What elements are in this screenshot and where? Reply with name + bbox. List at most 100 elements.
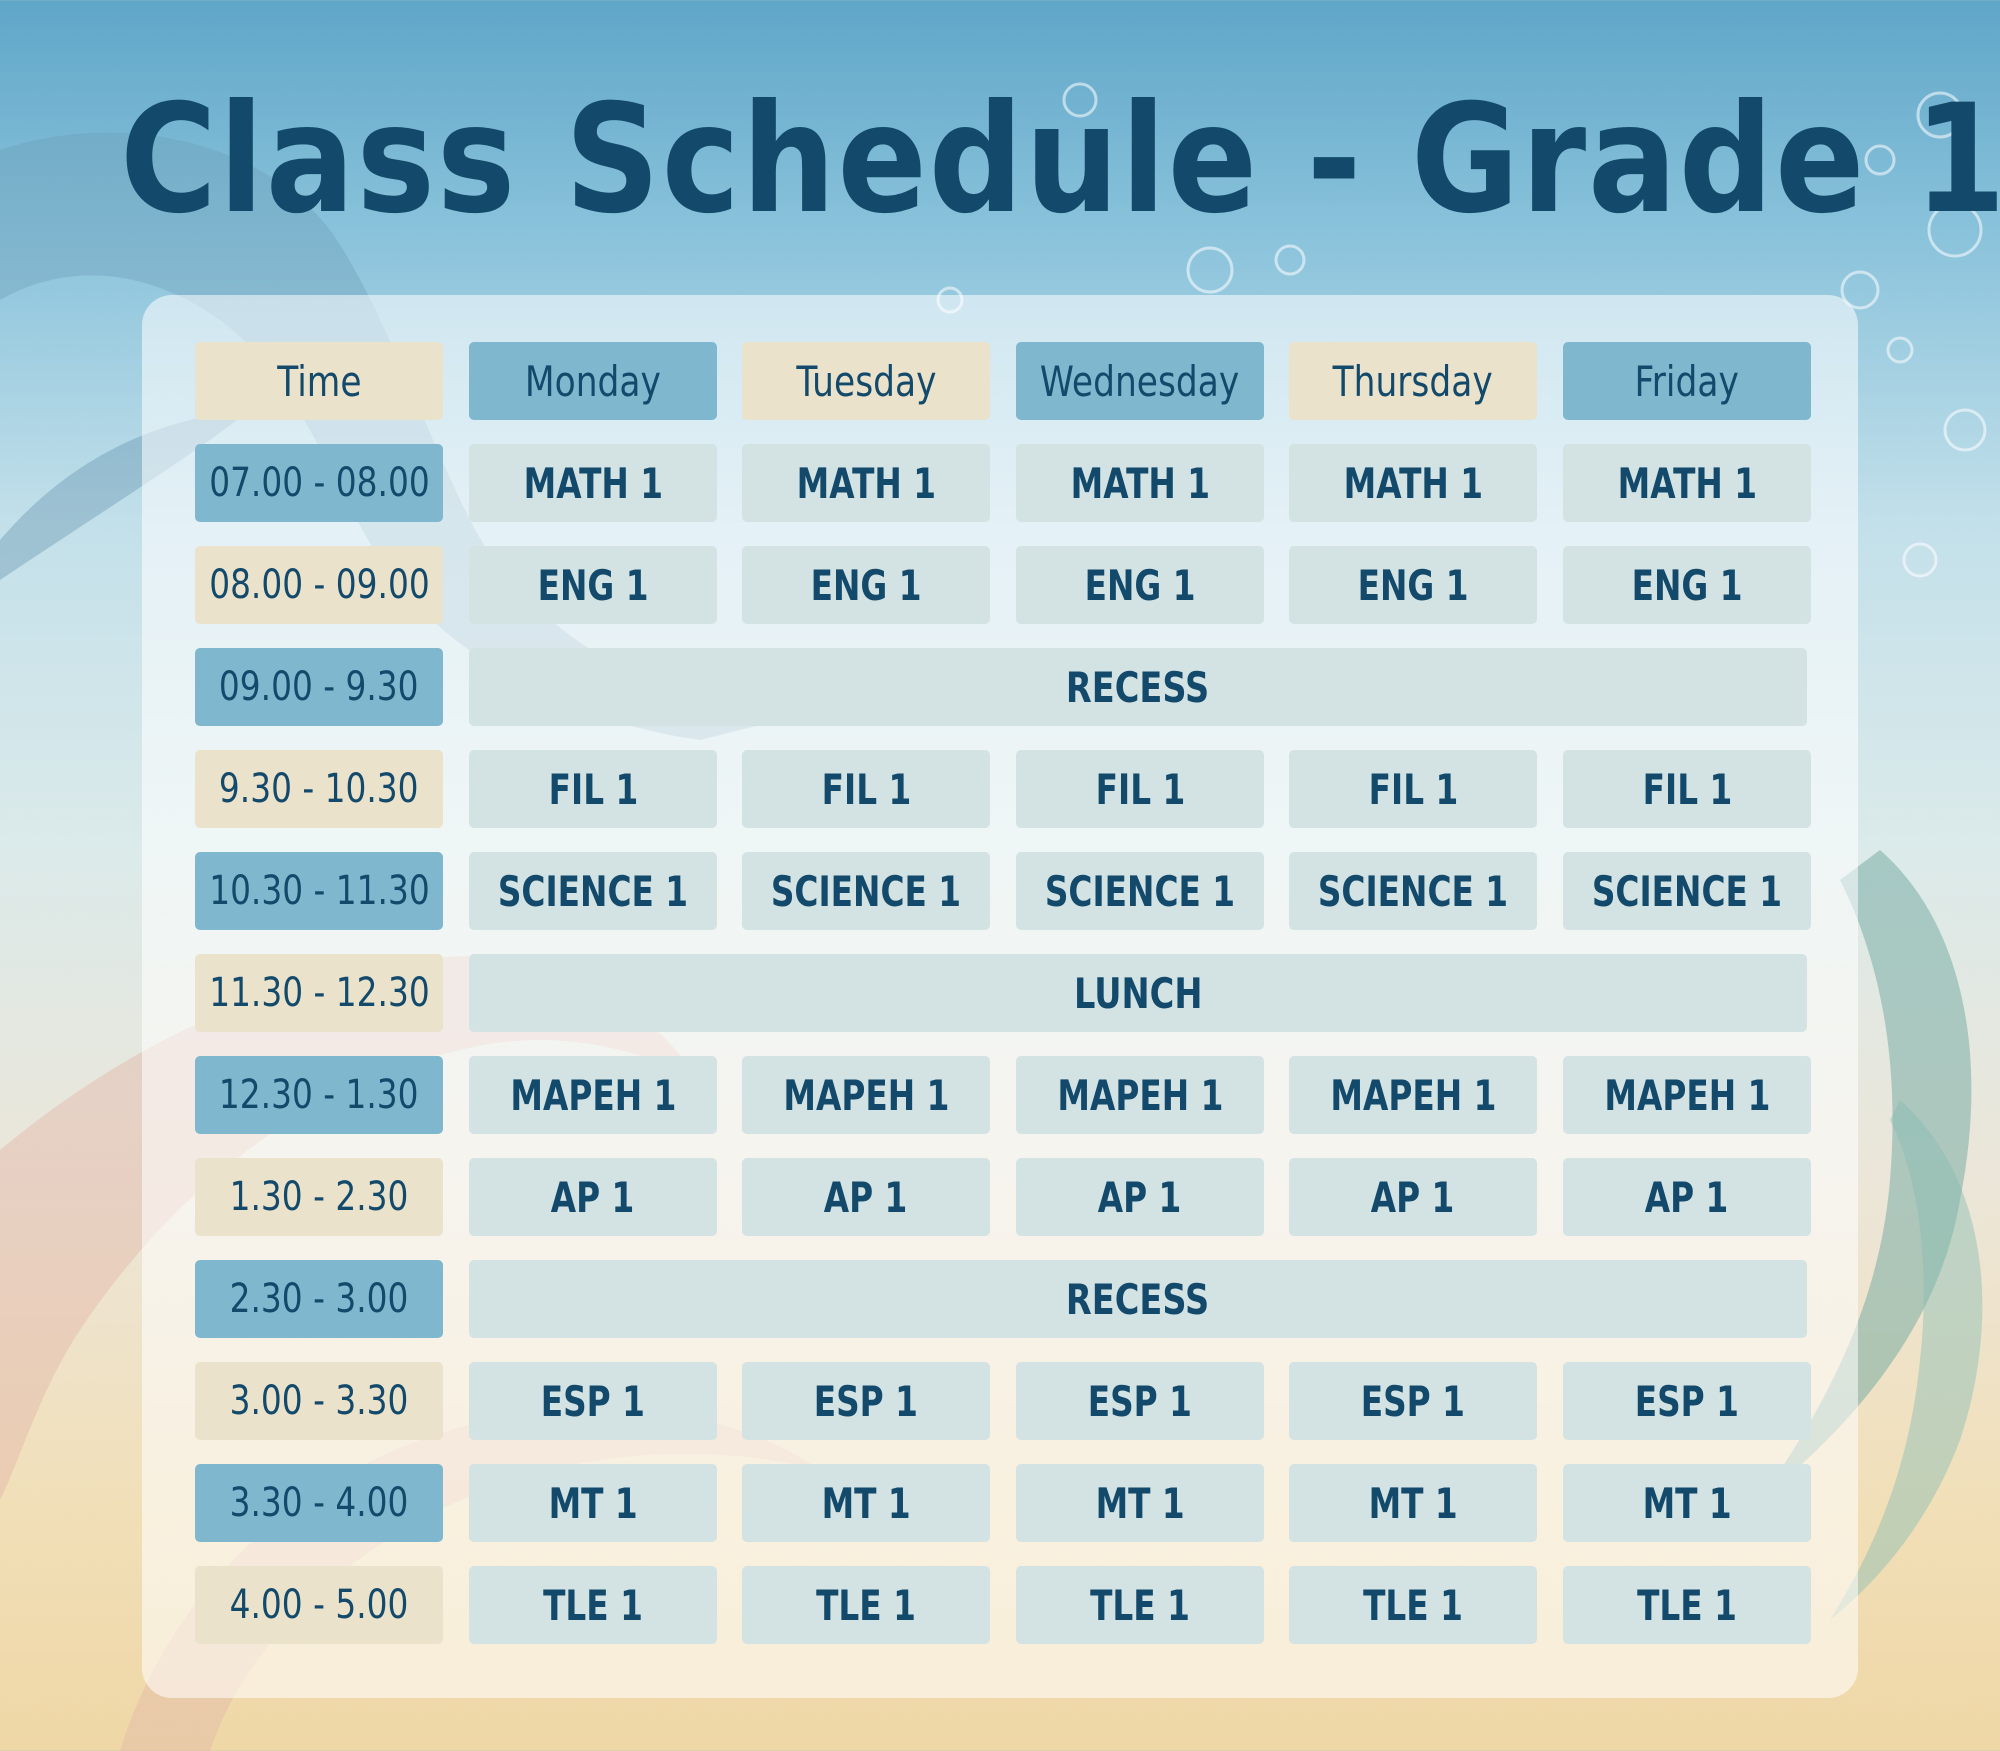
subject-cell-friday-label: FIL 1 bbox=[1642, 764, 1732, 814]
subject-cell-monday: AP 1 bbox=[469, 1158, 717, 1236]
subject-cell-tuesday: ENG 1 bbox=[742, 546, 990, 624]
break-row-lunch-label: LUNCH bbox=[1073, 968, 1203, 1018]
subject-cell-wednesday-label: FIL 1 bbox=[1095, 764, 1185, 814]
subject-cell-monday: MT 1 bbox=[469, 1464, 717, 1542]
subject-cell-tuesday-label: MT 1 bbox=[821, 1478, 911, 1528]
subject-cell-thursday: MT 1 bbox=[1289, 1464, 1537, 1542]
subject-cell-wednesday: AP 1 bbox=[1016, 1158, 1264, 1236]
subject-cell-thursday-label: FIL 1 bbox=[1368, 764, 1458, 814]
subject-cell-monday-label: MATH 1 bbox=[523, 458, 663, 508]
time-slot-cell-label: 08.00 - 09.00 bbox=[208, 562, 430, 608]
time-slot-cell-label: 09.00 - 9.30 bbox=[219, 664, 419, 710]
subject-cell-friday-label: MATH 1 bbox=[1617, 458, 1757, 508]
time-slot-cell: 3.30 - 4.00 bbox=[195, 1464, 443, 1542]
subject-cell-thursday: MAPEH 1 bbox=[1289, 1056, 1537, 1134]
subject-cell-tuesday: FIL 1 bbox=[742, 750, 990, 828]
subject-cell-monday: SCIENCE 1 bbox=[469, 852, 717, 930]
subject-cell-wednesday: MT 1 bbox=[1016, 1464, 1264, 1542]
subject-cell-thursday-label: TLE 1 bbox=[1363, 1580, 1463, 1630]
subject-cell-monday: MATH 1 bbox=[469, 444, 717, 522]
subject-cell-friday: AP 1 bbox=[1563, 1158, 1811, 1236]
subject-cell-thursday: ESP 1 bbox=[1289, 1362, 1537, 1440]
time-slot-cell-label: 9.30 - 10.30 bbox=[219, 766, 419, 812]
subject-cell-wednesday-label: SCIENCE 1 bbox=[1044, 866, 1236, 916]
subject-cell-thursday: AP 1 bbox=[1289, 1158, 1537, 1236]
subject-cell-friday: TLE 1 bbox=[1563, 1566, 1811, 1644]
subject-cell-wednesday-label: MT 1 bbox=[1095, 1478, 1185, 1528]
time-slot-cell-label: 3.30 - 4.00 bbox=[229, 1480, 409, 1526]
time-slot-cell-label: 1.30 - 2.30 bbox=[229, 1174, 409, 1220]
time-slot-cell-label: 12.30 - 1.30 bbox=[219, 1072, 419, 1118]
subject-cell-tuesday: TLE 1 bbox=[742, 1566, 990, 1644]
subject-cell-thursday: ENG 1 bbox=[1289, 546, 1537, 624]
subject-cell-wednesday-label: AP 1 bbox=[1098, 1172, 1182, 1222]
subject-cell-wednesday: SCIENCE 1 bbox=[1016, 852, 1264, 930]
subject-cell-wednesday: TLE 1 bbox=[1016, 1566, 1264, 1644]
time-slot-cell: 9.30 - 10.30 bbox=[195, 750, 443, 828]
subject-cell-tuesday-label: MAPEH 1 bbox=[783, 1070, 949, 1120]
subject-cell-monday-label: ESP 1 bbox=[540, 1376, 646, 1426]
subject-cell-friday: ESP 1 bbox=[1563, 1362, 1811, 1440]
subject-cell-friday: FIL 1 bbox=[1563, 750, 1811, 828]
break-row-recess-label: RECESS bbox=[1066, 1274, 1210, 1324]
subject-cell-friday-label: SCIENCE 1 bbox=[1591, 866, 1783, 916]
subject-cell-thursday-label: MATH 1 bbox=[1343, 458, 1483, 508]
subject-cell-friday: SCIENCE 1 bbox=[1563, 852, 1811, 930]
column-header-wednesday: Wednesday bbox=[1016, 342, 1264, 420]
subject-cell-wednesday-label: ENG 1 bbox=[1084, 560, 1196, 610]
time-slot-cell: 12.30 - 1.30 bbox=[195, 1056, 443, 1134]
subject-cell-thursday: TLE 1 bbox=[1289, 1566, 1537, 1644]
subject-cell-monday-label: MT 1 bbox=[548, 1478, 638, 1528]
subject-cell-monday-label: MAPEH 1 bbox=[510, 1070, 676, 1120]
subject-cell-monday: ENG 1 bbox=[469, 546, 717, 624]
subject-cell-thursday-label: MAPEH 1 bbox=[1330, 1070, 1496, 1120]
subject-cell-thursday: MATH 1 bbox=[1289, 444, 1537, 522]
time-slot-cell: 09.00 - 9.30 bbox=[195, 648, 443, 726]
subject-cell-friday: MAPEH 1 bbox=[1563, 1056, 1811, 1134]
subject-cell-thursday-label: MT 1 bbox=[1368, 1478, 1458, 1528]
subject-cell-monday-label: FIL 1 bbox=[548, 764, 638, 814]
time-slot-cell: 11.30 - 12.30 bbox=[195, 954, 443, 1032]
subject-cell-tuesday: MATH 1 bbox=[742, 444, 990, 522]
subject-cell-wednesday: ENG 1 bbox=[1016, 546, 1264, 624]
subject-cell-monday-label: AP 1 bbox=[551, 1172, 635, 1222]
subject-cell-friday-label: AP 1 bbox=[1645, 1172, 1729, 1222]
column-header-tuesday: Tuesday bbox=[742, 342, 990, 420]
subject-cell-monday-label: ENG 1 bbox=[537, 560, 649, 610]
subject-cell-thursday-label: SCIENCE 1 bbox=[1317, 866, 1509, 916]
subject-cell-friday: ENG 1 bbox=[1563, 546, 1811, 624]
subject-cell-monday-label: SCIENCE 1 bbox=[497, 866, 689, 916]
subject-cell-friday-label: MAPEH 1 bbox=[1604, 1070, 1770, 1120]
subject-cell-wednesday-label: MAPEH 1 bbox=[1057, 1070, 1223, 1120]
subject-cell-friday-label: ESP 1 bbox=[1634, 1376, 1740, 1426]
column-header-monday-label: Monday bbox=[525, 356, 661, 406]
time-slot-cell: 4.00 - 5.00 bbox=[195, 1566, 443, 1644]
time-slot-cell-label: 2.30 - 3.00 bbox=[229, 1276, 409, 1322]
break-row-recess: RECESS bbox=[469, 648, 1807, 726]
subject-cell-monday: FIL 1 bbox=[469, 750, 717, 828]
time-slot-cell-label: 11.30 - 12.30 bbox=[208, 970, 430, 1016]
time-slot-cell: 07.00 - 08.00 bbox=[195, 444, 443, 522]
time-slot-cell-label: 3.00 - 3.30 bbox=[229, 1378, 409, 1424]
subject-cell-monday-label: TLE 1 bbox=[543, 1580, 643, 1630]
subject-cell-tuesday: AP 1 bbox=[742, 1158, 990, 1236]
time-slot-cell: 08.00 - 09.00 bbox=[195, 546, 443, 624]
column-header-friday-label: Friday bbox=[1634, 356, 1740, 406]
column-header-thursday-label: Thursday bbox=[1332, 356, 1494, 406]
subject-cell-wednesday: FIL 1 bbox=[1016, 750, 1264, 828]
break-row-recess-label: RECESS bbox=[1066, 662, 1210, 712]
subject-cell-wednesday-label: ESP 1 bbox=[1087, 1376, 1193, 1426]
subject-cell-wednesday: MATH 1 bbox=[1016, 444, 1264, 522]
subject-cell-friday-label: ENG 1 bbox=[1631, 560, 1743, 610]
subject-cell-tuesday-label: FIL 1 bbox=[821, 764, 911, 814]
time-slot-cell-label: 10.30 - 11.30 bbox=[208, 868, 430, 914]
page-title: Class Schedule - Grade 1 bbox=[120, 73, 2000, 247]
subject-cell-thursday: SCIENCE 1 bbox=[1289, 852, 1537, 930]
break-row-recess: RECESS bbox=[469, 1260, 1807, 1338]
column-header-thursday: Thursday bbox=[1289, 342, 1537, 420]
subject-cell-thursday-label: AP 1 bbox=[1371, 1172, 1455, 1222]
subject-cell-thursday-label: ESP 1 bbox=[1360, 1376, 1466, 1426]
time-slot-cell: 10.30 - 11.30 bbox=[195, 852, 443, 930]
subject-cell-thursday-label: ENG 1 bbox=[1357, 560, 1469, 610]
column-header-friday: Friday bbox=[1563, 342, 1811, 420]
